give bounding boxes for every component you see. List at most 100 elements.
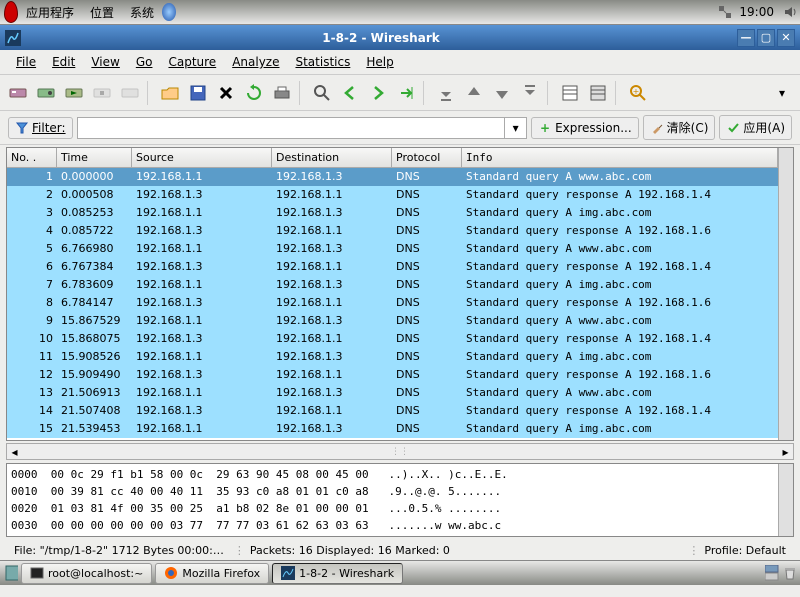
zoom-in-icon[interactable]: + — [625, 80, 651, 106]
toolbar-menu-icon[interactable]: ▾ — [769, 80, 795, 106]
packet-row[interactable]: 1521.539453192.168.1.1192.168.1.3DNSStan… — [7, 420, 778, 438]
auto-scroll-icon[interactable] — [585, 80, 611, 106]
packet-row[interactable]: 76.783609192.168.1.1192.168.1.3DNSStanda… — [7, 276, 778, 294]
check-icon — [726, 121, 740, 135]
statusbar: File: "/tmp/1-8-2" 1712 Bytes 00:00:… ⋮ … — [0, 540, 800, 560]
redhat-icon[interactable] — [4, 5, 18, 19]
find-icon[interactable] — [309, 80, 335, 106]
open-icon[interactable] — [157, 80, 183, 106]
hex-dump[interactable]: 0000 00 0c 29 f1 b1 58 00 0c 29 63 90 45… — [7, 464, 778, 536]
clock[interactable]: 19:00 — [731, 5, 782, 19]
packet-row[interactable]: 66.767384192.168.1.3192.168.1.1DNSStanda… — [7, 258, 778, 276]
filter-input-combo[interactable]: ▾ — [77, 117, 528, 139]
restart-capture-icon[interactable] — [117, 80, 143, 106]
packet-row[interactable]: 1321.506913192.168.1.1192.168.1.3DNSStan… — [7, 384, 778, 402]
places-menu[interactable]: 位置 — [82, 4, 122, 21]
colorize-icon[interactable] — [557, 80, 583, 106]
stop-capture-icon[interactable] — [89, 80, 115, 106]
expression-button[interactable]: + Expression... — [531, 117, 639, 139]
desktop-bottom-panel: root@localhost:~ Mozilla Firefox 1-8-2 -… — [0, 560, 800, 585]
apps-menu[interactable]: 应用程序 — [18, 4, 82, 21]
start-capture-icon[interactable] — [61, 80, 87, 106]
filter-button[interactable]: Filter: — [8, 117, 73, 139]
window-title: 1-8-2 - Wireshark — [27, 31, 735, 45]
close-button[interactable]: ✕ — [777, 29, 795, 47]
wireshark-task-icon — [281, 566, 295, 580]
firefox-icon — [164, 566, 178, 580]
menu-edit[interactable]: Edit — [44, 53, 83, 71]
menu-help[interactable]: Help — [358, 53, 401, 71]
packet-row[interactable]: 1215.909490192.168.1.3192.168.1.1DNSStan… — [7, 366, 778, 384]
go-forward-icon[interactable] — [365, 80, 391, 106]
broom-icon — [650, 121, 664, 135]
packet-row[interactable]: 20.000508192.168.1.3192.168.1.1DNSStanda… — [7, 186, 778, 204]
options-icon[interactable] — [33, 80, 59, 106]
task-firefox[interactable]: Mozilla Firefox — [155, 563, 269, 584]
col-header-info[interactable]: Info — [462, 148, 778, 167]
go-to-packet-icon[interactable] — [393, 80, 419, 106]
menu-statistics[interactable]: Statistics — [287, 53, 358, 71]
packet-row[interactable]: 40.085722192.168.1.3192.168.1.1DNSStanda… — [7, 222, 778, 240]
workspace-switcher[interactable] — [765, 566, 779, 580]
packet-row[interactable]: 1115.908526192.168.1.1192.168.1.3DNSStan… — [7, 348, 778, 366]
scroll-track[interactable]: ⋮⋮ — [22, 447, 778, 457]
col-header-destination[interactable]: Destination — [272, 148, 392, 167]
svg-text:+: + — [633, 87, 640, 96]
close-file-icon[interactable] — [213, 80, 239, 106]
main-toolbar: + ▾ — [0, 75, 800, 111]
menu-view[interactable]: View — [83, 53, 127, 71]
maximize-button[interactable]: ▢ — [757, 29, 775, 47]
system-menu[interactable]: 系统 — [122, 4, 162, 21]
status-file: File: "/tmp/1-8-2" 1712 Bytes 00:00:… — [4, 544, 234, 557]
go-down-icon[interactable] — [489, 80, 515, 106]
packet-row[interactable]: 56.766980192.168.1.1192.168.1.3DNSStanda… — [7, 240, 778, 258]
task-wireshark[interactable]: 1-8-2 - Wireshark — [272, 563, 403, 584]
filter-input[interactable] — [78, 118, 505, 138]
hex-vertical-scrollbar[interactable] — [778, 464, 793, 536]
go-back-icon[interactable] — [337, 80, 363, 106]
menu-file[interactable]: File — [8, 53, 44, 71]
packet-row[interactable]: 86.784147192.168.1.3192.168.1.1DNSStanda… — [7, 294, 778, 312]
wireshark-icon — [5, 30, 21, 46]
status-profile[interactable]: Profile: Default — [694, 544, 796, 557]
col-header-no[interactable]: No. . — [7, 148, 57, 167]
show-desktop-icon[interactable] — [4, 566, 18, 580]
filter-toolbar: Filter: ▾ + Expression... 清除(C) 应用(A) — [0, 111, 800, 145]
menu-go[interactable]: Go — [128, 53, 161, 71]
menu-capture[interactable]: Capture — [160, 53, 224, 71]
interfaces-icon[interactable] — [5, 80, 31, 106]
globe-icon[interactable] — [162, 5, 176, 19]
packet-row[interactable]: 1015.868075192.168.1.3192.168.1.1DNSStan… — [7, 330, 778, 348]
terminal-icon — [30, 566, 44, 580]
apply-button[interactable]: 应用(A) — [719, 115, 792, 140]
go-first-icon[interactable] — [433, 80, 459, 106]
task-terminal[interactable]: root@localhost:~ — [21, 563, 152, 584]
clear-button[interactable]: 清除(C) — [643, 115, 716, 140]
save-icon[interactable] — [185, 80, 211, 106]
packet-row[interactable]: 10.000000192.168.1.1192.168.1.3DNSStanda… — [7, 168, 778, 186]
menu-analyze[interactable]: Analyze — [224, 53, 287, 71]
print-icon[interactable] — [269, 80, 295, 106]
network-icon[interactable] — [717, 5, 731, 19]
packet-row[interactable]: 30.085253192.168.1.1192.168.1.3DNSStanda… — [7, 204, 778, 222]
col-header-source[interactable]: Source — [132, 148, 272, 167]
window-titlebar[interactable]: 1-8-2 - Wireshark — ▢ ✕ — [0, 25, 800, 50]
trash-icon[interactable] — [782, 566, 796, 580]
go-last-icon[interactable] — [517, 80, 543, 106]
packet-list-header: No. . Time Source Destination Protocol I… — [7, 148, 778, 168]
horizontal-scrollbar[interactable]: ◂ ⋮⋮ ▸ — [6, 443, 794, 460]
packet-row[interactable]: 1421.507408192.168.1.3192.168.1.1DNSStan… — [7, 402, 778, 420]
reload-icon[interactable] — [241, 80, 267, 106]
packet-bytes-pane[interactable]: 0000 00 0c 29 f1 b1 58 00 0c 29 63 90 45… — [6, 463, 794, 537]
go-up-icon[interactable] — [461, 80, 487, 106]
scroll-left-icon[interactable]: ◂ — [7, 444, 22, 459]
vertical-scrollbar[interactable] — [778, 148, 793, 440]
filter-dropdown-icon[interactable]: ▾ — [504, 118, 526, 138]
col-header-protocol[interactable]: Protocol — [392, 148, 462, 167]
col-header-time[interactable]: Time — [57, 148, 132, 167]
minimize-button[interactable]: — — [737, 29, 755, 47]
speaker-icon[interactable] — [782, 5, 796, 19]
status-packets: Packets: 16 Displayed: 16 Marked: 0 — [240, 544, 460, 557]
scroll-right-icon[interactable]: ▸ — [778, 444, 793, 459]
packet-row[interactable]: 915.867529192.168.1.1192.168.1.3DNSStand… — [7, 312, 778, 330]
